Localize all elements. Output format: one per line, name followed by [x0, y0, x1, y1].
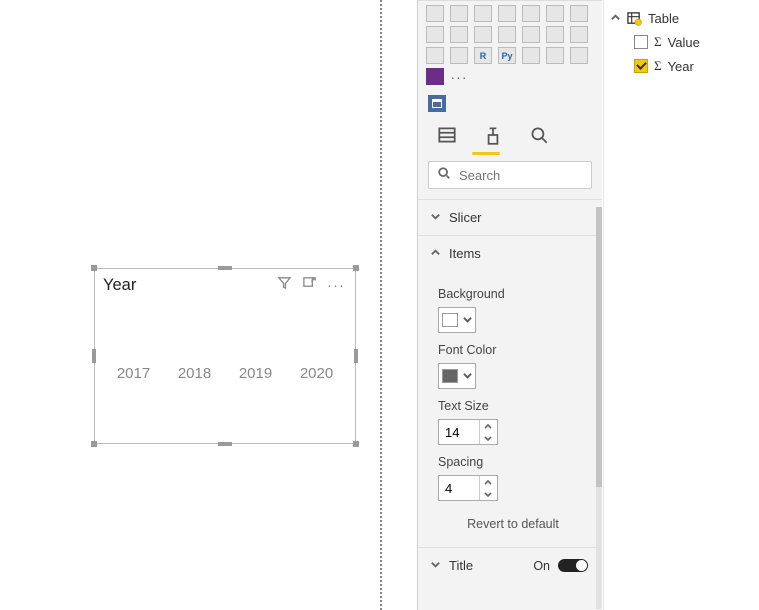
- slicer-item[interactable]: 2020: [300, 365, 333, 382]
- viz-qna-icon[interactable]: [570, 47, 588, 64]
- viz-kpi-icon[interactable]: [450, 47, 468, 64]
- viz-r-visual-icon[interactable]: [498, 26, 516, 43]
- analytics-tab-icon[interactable]: [528, 124, 550, 146]
- more-options-icon[interactable]: ···: [327, 277, 347, 294]
- viz-selected-visual-icon[interactable]: [428, 95, 446, 112]
- year-checkbox[interactable]: [634, 59, 648, 73]
- viz-matrix-icon[interactable]: [522, 26, 540, 43]
- pane-scrollbar-thumb[interactable]: [596, 207, 602, 487]
- fields-value-label: Value: [668, 35, 700, 50]
- format-search[interactable]: [428, 161, 592, 189]
- section-title-header[interactable]: Title On: [418, 547, 602, 583]
- slicer-title: Year: [103, 276, 277, 295]
- viz-more-icon[interactable]: ···: [450, 68, 468, 85]
- section-slicer-label: Slicer: [449, 210, 482, 225]
- section-slicer-header[interactable]: Slicer: [418, 199, 602, 235]
- textsize-label: Text Size: [438, 399, 588, 413]
- background-color-picker[interactable]: [438, 307, 476, 333]
- viz-decomposition-icon[interactable]: [546, 47, 564, 64]
- viz-python-icon[interactable]: Py: [498, 47, 516, 64]
- spin-down-icon[interactable]: [480, 432, 495, 444]
- viz-table2-icon[interactable]: [426, 47, 444, 64]
- viz-filled-map-icon[interactable]: [426, 26, 444, 43]
- fields-table-label: Table: [648, 11, 679, 26]
- fields-value-row[interactable]: Σ Value: [610, 30, 753, 54]
- chevron-down-icon: [463, 311, 472, 329]
- report-canvas[interactable]: Year ··· 2017 2018 2019 2020: [0, 0, 380, 610]
- viz-card-icon[interactable]: [546, 26, 564, 43]
- viz-powerapps-icon[interactable]: [426, 68, 444, 85]
- visualizations-pane: R Py ··· Slicer Items Background Font Co…: [417, 0, 602, 610]
- section-items-header[interactable]: Items: [418, 235, 602, 271]
- format-tab-underline: [472, 152, 500, 155]
- viz-globe-icon[interactable]: [570, 5, 588, 22]
- viz-key-influencers-icon[interactable]: [522, 47, 540, 64]
- fields-tab-icon[interactable]: [436, 124, 458, 146]
- table-icon: [627, 11, 642, 26]
- fields-year-row[interactable]: Σ Year: [610, 54, 753, 78]
- viz-stacked-bar-icon[interactable]: [426, 5, 444, 22]
- viz-gauge-icon[interactable]: [474, 26, 492, 43]
- background-label: Background: [438, 287, 588, 301]
- pane-tabs: [418, 116, 602, 150]
- viz-funnel-icon[interactable]: [450, 5, 468, 22]
- title-toggle-state: On: [533, 559, 550, 573]
- spin-up-icon[interactable]: [480, 420, 495, 432]
- viz-r-script-icon[interactable]: R: [474, 47, 492, 64]
- viz-scatter-icon[interactable]: [474, 5, 492, 22]
- spin-up-icon[interactable]: [480, 476, 495, 488]
- visual-gallery: R Py ···: [418, 1, 596, 89]
- viz-table-icon[interactable]: [450, 26, 468, 43]
- spacing-input[interactable]: [439, 481, 479, 496]
- sigma-icon: Σ: [654, 58, 662, 74]
- title-toggle[interactable]: [558, 559, 588, 572]
- fields-year-label: Year: [668, 59, 694, 74]
- search-icon: [437, 166, 451, 185]
- spacing-label: Spacing: [438, 455, 588, 469]
- chevron-down-icon: [430, 210, 441, 225]
- slicer-item[interactable]: 2019: [239, 365, 272, 382]
- viz-treemap-icon[interactable]: [546, 5, 564, 22]
- viz-pie-icon[interactable]: [498, 5, 516, 22]
- viz-slicer-icon[interactable]: [570, 26, 588, 43]
- slicer-visual[interactable]: Year ··· 2017 2018 2019 2020: [94, 268, 356, 444]
- chevron-up-icon: [430, 246, 441, 261]
- section-title-label: Title: [449, 558, 473, 573]
- fields-pane: Table Σ Value Σ Year: [603, 0, 759, 610]
- spin-down-icon[interactable]: [480, 488, 495, 500]
- textsize-input[interactable]: [439, 425, 479, 440]
- spacing-spinner[interactable]: [438, 475, 498, 501]
- chevron-down-icon: [463, 367, 472, 385]
- revert-to-default-button[interactable]: Revert to default: [438, 501, 588, 545]
- slicer-item[interactable]: 2018: [178, 365, 211, 382]
- format-tab-icon[interactable]: [482, 124, 504, 146]
- canvas-right-edge: [380, 0, 382, 610]
- value-checkbox[interactable]: [634, 35, 648, 49]
- filter-icon[interactable]: [277, 275, 292, 295]
- sigma-icon: Σ: [654, 34, 662, 50]
- focus-mode-icon[interactable]: [302, 275, 317, 295]
- textsize-spinner[interactable]: [438, 419, 498, 445]
- slicer-item[interactable]: 2017: [117, 365, 150, 382]
- background-swatch: [442, 313, 458, 327]
- viz-donut-icon[interactable]: [522, 5, 540, 22]
- fontcolor-picker[interactable]: [438, 363, 476, 389]
- chevron-down-icon: [430, 558, 441, 573]
- section-items-content: Background Font Color Text Size Spacing: [418, 271, 602, 547]
- chevron-up-icon: [610, 11, 621, 26]
- fields-table-node[interactable]: Table: [610, 6, 753, 30]
- fontcolor-swatch: [442, 369, 458, 383]
- section-items-label: Items: [449, 246, 481, 261]
- fontcolor-label: Font Color: [438, 343, 588, 357]
